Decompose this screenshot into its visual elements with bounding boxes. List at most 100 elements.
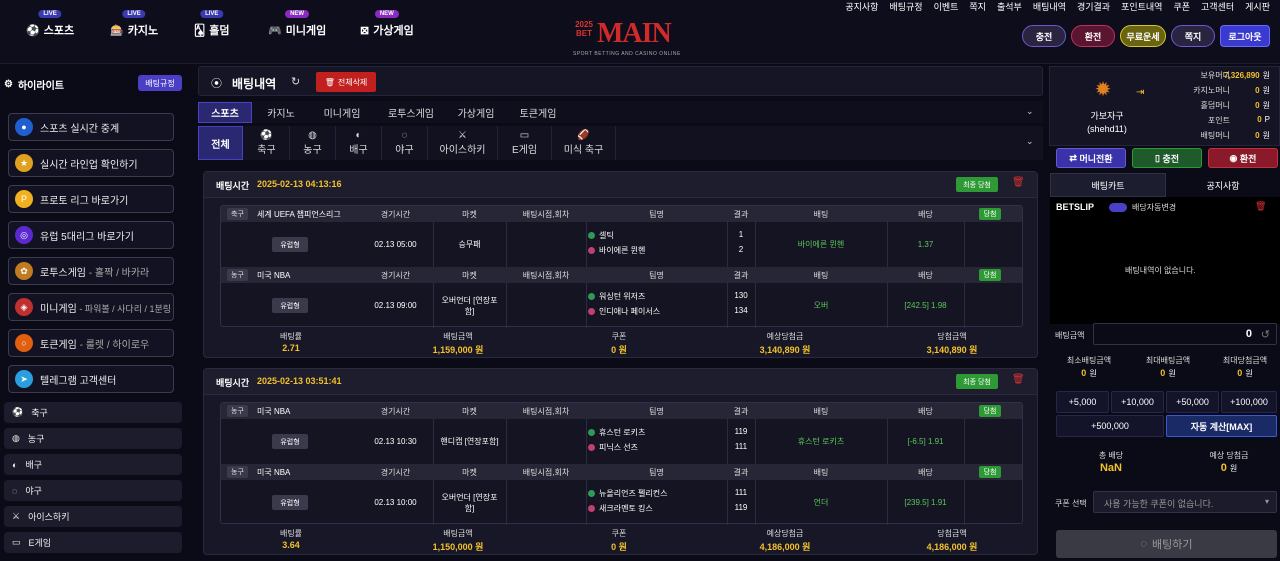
refresh-icon[interactable]: ↻ <box>291 75 300 88</box>
messages-button[interactable]: 쪽지 <box>1171 25 1215 47</box>
filter-soccer[interactable]: ⚽ 축구 <box>244 126 290 160</box>
summary-label: 예상당첨금 <box>766 529 804 538</box>
column-header: 팀명 <box>649 209 664 219</box>
profile-withdraw-button[interactable]: ◉ 환전 <box>1208 148 1278 168</box>
user-id: (shehd11) <box>1087 124 1127 134</box>
utility-link[interactable]: 포인트내역 <box>1121 0 1162 13</box>
highlight-lotus[interactable]: ✿ 로투스게임 - 홀짝 / 바카라 <box>8 257 174 285</box>
column-divider <box>506 480 507 525</box>
sidebar-item-hockey[interactable]: ⚔ 아이스하키 <box>4 506 182 527</box>
stat-unit: P <box>1264 115 1270 124</box>
withdraw-button[interactable]: 환전 <box>1071 25 1115 47</box>
nav-label: 카지노 <box>127 25 159 37</box>
column-divider <box>727 283 728 328</box>
coupon-select[interactable]: 사용 가능한 쿠폰이 없습니다. ▾ <box>1093 491 1277 513</box>
auto-max-button[interactable]: 자동 계산[MAX] <box>1166 415 1277 437</box>
delete-all-button[interactable]: 🗑 전체삭제 <box>316 72 376 92</box>
nav-virtual[interactable]: NEW ⊠ 가상게임 <box>360 10 414 38</box>
limit-unit: 원 <box>1168 369 1176 378</box>
nav-casino[interactable]: LIVE 🎰 카지노 <box>110 10 159 38</box>
fortune-button[interactable]: 무료운세 <box>1120 25 1166 47</box>
highlight-proto[interactable]: P 프로토 리그 바로가기 <box>8 185 174 213</box>
filter-baseball[interactable]: ◌ 야구 <box>382 126 428 160</box>
sidebar-item-basketball[interactable]: ◍ 농구 <box>4 428 182 449</box>
convert-icon: ⇄ <box>1069 152 1080 163</box>
utility-link[interactable]: 경기결과 <box>1077 0 1110 13</box>
amount-50000-button[interactable]: +50,000 <box>1166 391 1219 413</box>
logout-arrow-icon[interactable]: ⇥ <box>1136 87 1144 98</box>
tab-betcart[interactable]: 배팅카트 <box>1050 173 1166 197</box>
utility-link[interactable]: 이벤트 <box>934 0 959 13</box>
highlight-sub: - 파워볼 / 사다리 / 1분링 <box>76 303 172 314</box>
utility-link[interactable]: 배팅내역 <box>1033 0 1066 13</box>
filter-volleyball[interactable]: ◐ 배구 <box>336 126 382 160</box>
highlight-title-text: 하이라이트 <box>17 81 64 92</box>
highlight-europe[interactable]: ◎ 유럽 5대리그 바로가기 <box>8 221 174 249</box>
amount-500000-button[interactable]: +500,000 <box>1056 415 1164 437</box>
filter-all[interactable]: 전체 <box>198 126 243 160</box>
amount-input[interactable]: 0 ↺ <box>1093 323 1277 345</box>
deposit-button[interactable]: 충전 <box>1022 25 1066 47</box>
market: 핸디캡 [연장포함] <box>440 437 499 446</box>
logout-button[interactable]: 로그아웃 <box>1220 25 1270 47</box>
sidebar-item-volleyball[interactable]: ◐ 배구 <box>4 454 182 475</box>
table-row: 유럽형 02.13 10:30 핸디캡 [연장포함] 휴스턴 로키츠 119 피닉스 선즈… <box>221 419 1022 464</box>
utility-link[interactable]: 고객센터 <box>1201 0 1234 13</box>
team-name: 피닉스 선즈 <box>599 443 639 452</box>
button-label: 환전 <box>1239 153 1257 164</box>
column-header: 배당 <box>918 467 933 477</box>
chevron-down-icon[interactable]: ⌄ <box>1026 106 1034 117</box>
amount-10000-button[interactable]: +10,000 <box>1111 391 1164 413</box>
filter-football[interactable]: 🏈 미식 축구 <box>552 126 616 160</box>
reset-icon[interactable]: ↺ <box>1261 328 1270 341</box>
highlight-token[interactable]: ○ 토큰게임 - 룰렛 / 하이로우 <box>8 329 174 357</box>
place-bet-button[interactable]: ◌ 배팅하기 <box>1056 530 1277 558</box>
sidebar-item-baseball[interactable]: ◌ 야구 <box>4 480 182 501</box>
column-header: 마켓 <box>462 406 477 416</box>
summary-value: 4,186,000 원 <box>926 542 978 552</box>
utility-link[interactable]: 출석부 <box>997 0 1022 13</box>
tab-token[interactable]: 토큰게임 <box>505 102 571 123</box>
highlight-telegram[interactable]: ➤ 텔레그램 고객센터 <box>8 365 174 393</box>
nav-minigame[interactable]: NEW 🎮 미니게임 <box>268 10 326 38</box>
tab-notice[interactable]: 공지사항 <box>1167 173 1279 197</box>
money-convert-button[interactable]: ⇄ 머니전환 <box>1056 148 1126 168</box>
rules-button[interactable]: 배팅규정 <box>138 75 182 91</box>
summary-label: 배팅금액 <box>443 529 473 538</box>
filter-egame[interactable]: ▭ E게임 <box>498 126 552 160</box>
sidebar-item-soccer[interactable]: ⚽ 축구 <box>4 402 182 423</box>
amount-5000-button[interactable]: +5,000 <box>1056 391 1109 413</box>
utility-link[interactable]: 게시판 <box>1245 0 1270 13</box>
tab-sports[interactable]: 스포츠 <box>198 102 252 123</box>
score: 119 <box>734 503 748 512</box>
site-logo[interactable]: 2025 BET MAIN SPORT BETTING AND CASINO ON… <box>573 18 713 60</box>
bet-type-tag: 유럽형 <box>272 495 308 510</box>
filter-basketball[interactable]: ◍ 농구 <box>290 126 336 160</box>
trash-icon[interactable]: 🗑 <box>1255 201 1266 212</box>
highlight-live[interactable]: ● 스포츠 실시간 중계 <box>8 113 174 141</box>
sidebar-item-egame[interactable]: ▭ E게임 <box>4 532 182 553</box>
expected-win-label: 예상 당첨금 <box>1209 451 1249 460</box>
team-name: 워싱턴 위저즈 <box>599 292 646 301</box>
tab-lotus[interactable]: 로투스게임 <box>375 102 447 123</box>
highlight-lineup[interactable]: ★ 실시간 라인업 확인하기 <box>8 149 174 177</box>
tab-virtual[interactable]: 가상게임 <box>447 102 505 123</box>
trash-icon[interactable]: 🗑 <box>1012 177 1025 188</box>
column-divider <box>586 419 587 464</box>
amount-100000-button[interactable]: +100,000 <box>1221 391 1277 413</box>
status-badge: 최종 당첨 <box>956 177 998 192</box>
profile-deposit-button[interactable]: ▯ 충전 <box>1132 148 1202 168</box>
tab-casino[interactable]: 카지노 <box>253 102 309 123</box>
utility-link[interactable]: 쪽지 <box>969 0 986 13</box>
filter-hockey[interactable]: ⚔ 아이스하키 <box>428 126 498 160</box>
tab-minigame[interactable]: 미니게임 <box>309 102 375 123</box>
nav-sports[interactable]: LIVE ⚽ 스포츠 <box>26 10 74 38</box>
nav-holdem[interactable]: LIVE 🂡 홀덤 <box>194 10 230 38</box>
utility-link[interactable]: 쿠폰 <box>1173 0 1190 13</box>
utility-link[interactable]: 배팅규정 <box>889 0 922 13</box>
highlight-minigame[interactable]: ◈ 미니게임 - 파워볼 / 사다리 / 1분링 <box>8 293 174 321</box>
chevron-down-icon[interactable]: ⌄ <box>1026 136 1034 147</box>
auto-odds-toggle[interactable] <box>1109 203 1127 212</box>
trash-icon[interactable]: 🗑 <box>1012 374 1025 385</box>
utility-link[interactable]: 공지사항 <box>845 0 878 13</box>
